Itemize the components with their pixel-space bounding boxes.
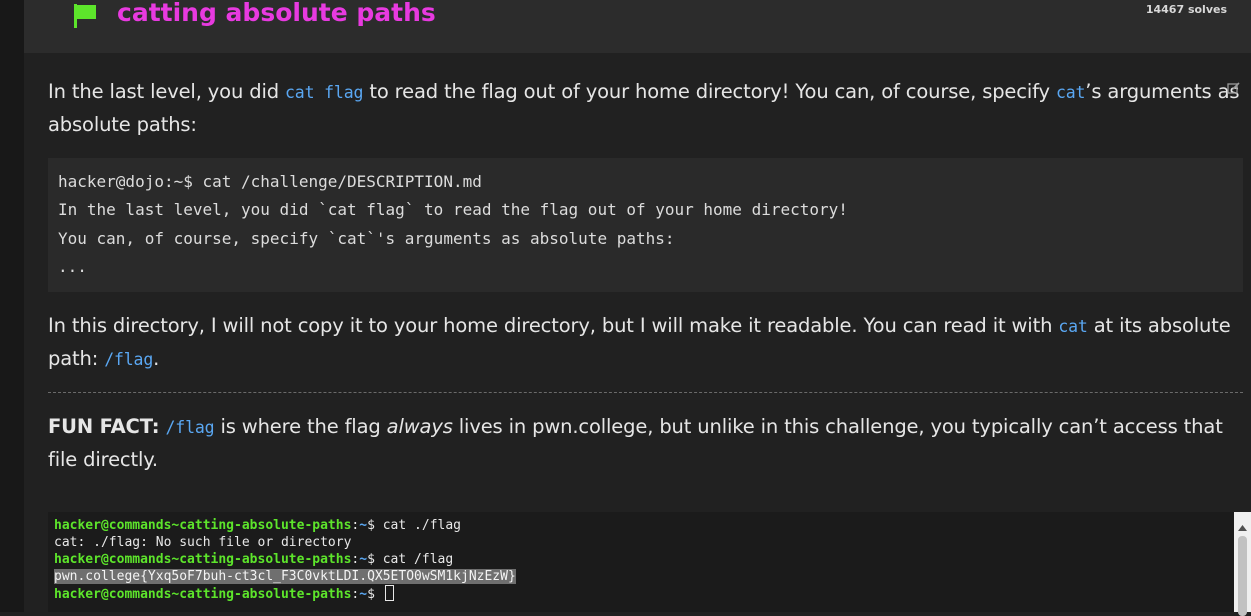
scroll-up-arrow-icon[interactable] [1238,516,1247,535]
challenge-header[interactable]: catting absolute paths 14467 solves [24,0,1251,53]
inline-code: cat flag [285,83,364,102]
terminal-prompt-user: hacker@commands~catting-absolute-paths [54,552,352,567]
terminal-scrollbar[interactable] [1234,512,1251,616]
terminal-line: hacker@commands~catting-absolute-paths:~… [54,517,461,534]
text: to read the flag out of your home direct… [363,80,1056,103]
terminal-prompt-end: $ [367,587,383,602]
solves-count: 14467 solves [1145,3,1227,16]
terminal-line: hacker@commands~catting-absolute-paths:~… [54,551,453,568]
terminal-prompt-user: hacker@commands~catting-absolute-paths [54,587,352,602]
code-line: hacker@dojo:~$ cat /challenge/DESCRIPTIO… [58,172,482,191]
flag-icon [72,3,98,33]
scrollbar-thumb[interactable] [1238,536,1247,616]
inline-code: /flag [165,418,215,437]
description-paragraph-1: In the last level, you did cat flag to r… [48,76,1243,141]
edit-icon[interactable] [1227,80,1241,99]
inline-code: /flag [104,350,154,369]
terminal-output[interactable]: pwn.college{Yxq5oF7buh-ct3cl_F3C0vktLDI.… [54,568,516,585]
description-paragraph-3: FUN FACT: /flag is where the flag always… [48,411,1243,476]
divider [48,392,1243,393]
terminal-line: hacker@commands~catting-absolute-paths:~… [54,585,394,603]
challenge-title[interactable]: catting absolute paths [117,0,436,27]
code-line: In the last level, you did `cat flag` to… [58,200,848,219]
terminal-prompt-user: hacker@commands~catting-absolute-paths [54,518,352,533]
inline-code: cat [1055,83,1086,102]
text: In this directory, I will not copy it to… [48,314,1059,337]
terminal-prompt-path: ~ [359,587,368,602]
terminal-output: cat: ./flag: No such file or directory [54,535,352,550]
terminal[interactable]: hacker@commands~catting-absolute-paths:~… [48,512,1234,612]
terminal-prompt-end: $ [367,518,383,533]
emphasis: always [386,415,453,438]
left-panel-edge [0,0,24,612]
code-line: ... [58,257,87,276]
selected-flag-text[interactable]: pwn.college{Yxq5oF7buh-ct3cl_F3C0vktLDI.… [54,569,516,584]
text: . [153,347,160,370]
terminal-command: cat /flag [382,552,454,567]
code-line: You can, of course, specify `cat`'s argu… [58,229,675,248]
fun-fact-label: FUN FACT: [48,415,160,438]
terminal-command: cat ./flag [382,518,462,533]
text: is where the flag [214,415,387,438]
description-paragraph-2: In this directory, I will not copy it to… [48,310,1243,376]
terminal-prompt-path: ~ [359,518,368,533]
text: In the last level, you did [48,80,285,103]
terminal-prompt-end: $ [367,552,383,567]
terminal-prompt-path: ~ [359,552,368,567]
inline-code: cat [1058,317,1088,336]
terminal-cursor [384,585,394,601]
code-block: hacker@dojo:~$ cat /challenge/DESCRIPTIO… [48,158,1243,292]
